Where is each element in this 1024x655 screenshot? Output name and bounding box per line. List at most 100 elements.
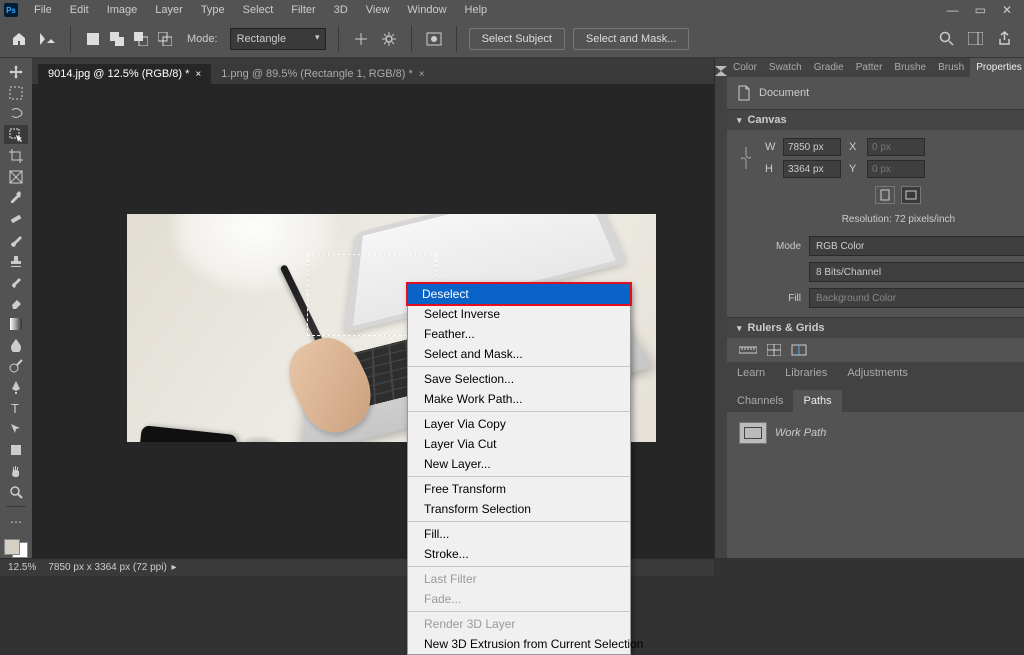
tab-properties[interactable]: Properties xyxy=(970,58,1024,77)
select-and-mask-button[interactable]: Select and Mask... xyxy=(573,28,690,50)
blur-tool[interactable] xyxy=(4,335,28,354)
menu-3d[interactable]: 3D xyxy=(326,2,356,18)
path-row[interactable]: Work Path xyxy=(727,418,1024,448)
opt-gear-icon[interactable] xyxy=(379,29,399,49)
context-new-layer[interactable]: New Layer... xyxy=(408,454,630,474)
menu-help[interactable]: Help xyxy=(457,2,496,18)
zoom-level[interactable]: 12.5% xyxy=(8,562,36,573)
grid-icon[interactable] xyxy=(767,344,781,356)
hand-tool[interactable] xyxy=(4,461,28,480)
share-icon[interactable] xyxy=(997,31,1012,46)
context-select-inverse[interactable]: Select Inverse xyxy=(408,304,630,324)
menu-view[interactable]: View xyxy=(358,2,398,18)
tab-gradients[interactable]: Gradie xyxy=(808,58,850,77)
document-dimensions[interactable]: 7850 px x 3364 px (72 ppi) ▸ xyxy=(48,562,176,573)
close-tab-icon[interactable]: × xyxy=(419,69,425,80)
rulers-section-head[interactable]: ▾ Rulers & Grids xyxy=(727,317,1024,338)
context-stroke[interactable]: Stroke... xyxy=(408,544,630,564)
home-icon[interactable] xyxy=(8,28,30,50)
document-tab[interactable]: 1.png @ 89.5% (Rectangle 1, RGB/8) * × xyxy=(211,64,434,84)
tab-brush[interactable]: Brush xyxy=(932,58,970,77)
portrait-button[interactable] xyxy=(875,186,895,204)
search-icon[interactable] xyxy=(939,31,954,46)
close-icon[interactable]: ✕ xyxy=(1002,3,1012,17)
menu-type[interactable]: Type xyxy=(193,2,233,18)
subtract-selection-icon[interactable] xyxy=(131,29,151,49)
width-input[interactable] xyxy=(783,138,841,156)
path-tool[interactable] xyxy=(4,419,28,438)
tool-preset-icon[interactable] xyxy=(38,29,58,49)
menu-file[interactable]: File xyxy=(26,2,60,18)
context-3d-extrusion[interactable]: New 3D Extrusion from Current Selection xyxy=(408,634,630,654)
eyedropper-tool[interactable] xyxy=(4,188,28,207)
shape-select[interactable]: Rectangle xyxy=(230,28,326,50)
tab-color[interactable]: Color xyxy=(727,58,763,77)
tab-brushes[interactable]: Brushe xyxy=(888,58,932,77)
dodge-tool[interactable] xyxy=(4,356,28,375)
guides-icon[interactable] xyxy=(791,344,807,356)
height-input[interactable] xyxy=(783,160,841,178)
move-tool[interactable] xyxy=(4,62,28,81)
pen-tool[interactable] xyxy=(4,377,28,396)
edit-toolbar-icon[interactable]: ⋯ xyxy=(4,512,28,531)
landscape-button[interactable] xyxy=(901,186,921,204)
eraser-tool[interactable] xyxy=(4,293,28,312)
type-tool[interactable]: T xyxy=(4,398,28,417)
menu-layer[interactable]: Layer xyxy=(147,2,191,18)
workspace-icon[interactable] xyxy=(968,32,983,45)
crop-tool[interactable] xyxy=(4,146,28,165)
color-swatches[interactable] xyxy=(4,539,28,558)
tab-libraries[interactable]: Libraries xyxy=(775,362,837,384)
canvas-section-head[interactable]: ▾ Canvas xyxy=(727,109,1024,130)
bit-depth-select[interactable]: 8 Bits/Channel▾ xyxy=(809,262,1024,282)
context-deselect[interactable]: Deselect xyxy=(406,282,632,306)
add-selection-icon[interactable] xyxy=(107,29,127,49)
context-select-and-mask[interactable]: Select and Mask... xyxy=(408,344,630,364)
foreground-color-swatch[interactable] xyxy=(4,539,20,555)
gradient-tool[interactable] xyxy=(4,314,28,333)
context-make-work-path[interactable]: Make Work Path... xyxy=(408,389,630,409)
link-icon[interactable] xyxy=(741,145,759,171)
color-mode-select[interactable]: RGB Color▾ xyxy=(809,236,1024,256)
context-layer-via-cut[interactable]: Layer Via Cut xyxy=(408,434,630,454)
ruler-icon[interactable] xyxy=(739,344,757,356)
tab-patterns[interactable]: Patter xyxy=(850,58,889,77)
shape-tool[interactable] xyxy=(4,440,28,459)
context-free-transform[interactable]: Free Transform xyxy=(408,479,630,499)
context-feather[interactable]: Feather... xyxy=(408,324,630,344)
menu-window[interactable]: Window xyxy=(399,2,454,18)
object-selection-tool[interactable] xyxy=(4,125,28,144)
lasso-tool[interactable] xyxy=(4,104,28,123)
stamp-tool[interactable] xyxy=(4,251,28,270)
context-layer-via-copy[interactable]: Layer Via Copy xyxy=(408,414,630,434)
canvas-properties: W X H Y xyxy=(727,130,1024,182)
marquee-tool[interactable] xyxy=(4,83,28,102)
maximize-icon[interactable]: ▭ xyxy=(975,3,986,17)
context-fill[interactable]: Fill... xyxy=(408,524,630,544)
tab-swatches[interactable]: Swatch xyxy=(763,58,808,77)
close-tab-icon[interactable]: × xyxy=(195,69,201,80)
zoom-tool[interactable] xyxy=(4,482,28,501)
brush-tool[interactable] xyxy=(4,230,28,249)
frame-tool[interactable] xyxy=(4,167,28,186)
tab-learn[interactable]: Learn xyxy=(727,362,775,384)
context-transform-selection[interactable]: Transform Selection xyxy=(408,499,630,519)
menu-image[interactable]: Image xyxy=(99,2,146,18)
menu-filter[interactable]: Filter xyxy=(283,2,323,18)
menu-edit[interactable]: Edit xyxy=(62,2,97,18)
intersect-selection-icon[interactable] xyxy=(155,29,175,49)
menu-select[interactable]: Select xyxy=(235,2,282,18)
opt-icon-1[interactable] xyxy=(351,29,371,49)
tab-paths[interactable]: Paths xyxy=(793,390,841,412)
select-subject-button[interactable]: Select Subject xyxy=(469,28,565,50)
minimize-icon[interactable]: — xyxy=(947,3,959,17)
history-brush-tool[interactable] xyxy=(4,272,28,291)
opt-mask-icon[interactable] xyxy=(424,29,444,49)
tab-channels[interactable]: Channels xyxy=(727,390,793,412)
collapse-icon[interactable] xyxy=(715,66,727,76)
context-save-selection[interactable]: Save Selection... xyxy=(408,369,630,389)
tab-adjustments[interactable]: Adjustments xyxy=(837,362,918,384)
document-tab[interactable]: 9014.jpg @ 12.5% (RGB/8) * × xyxy=(38,64,211,84)
new-selection-icon[interactable] xyxy=(83,29,103,49)
healing-tool[interactable] xyxy=(4,209,28,228)
